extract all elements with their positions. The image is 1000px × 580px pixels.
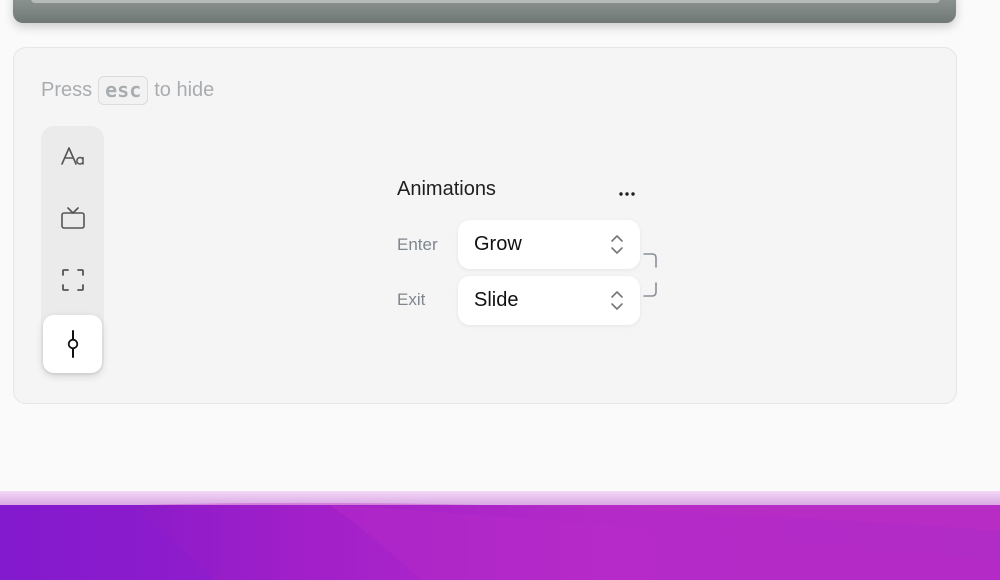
- enter-animation-value: Grow: [474, 233, 522, 255]
- exit-animation-select[interactable]: Slide: [458, 276, 640, 325]
- chevron-up-down-icon: [611, 235, 623, 254]
- exit-animation-value: Slide: [474, 289, 519, 311]
- vertical-toolbar: [41, 126, 104, 375]
- animation-tool[interactable]: [43, 315, 102, 373]
- animations-heading: Animations: [397, 178, 496, 200]
- slide-preview-strip: [13, 0, 956, 23]
- link-bracket-icon: [643, 253, 657, 297]
- text-style-tool[interactable]: [43, 127, 102, 185]
- more-options-button[interactable]: [612, 182, 642, 206]
- hide-hint: Press esc to hide: [41, 75, 214, 105]
- fullscreen-frame-icon: [61, 269, 84, 291]
- display-tool[interactable]: [43, 189, 102, 247]
- exit-label: Exit: [397, 290, 426, 309]
- more-horizontal-icon: [619, 192, 635, 196]
- wallpaper-waves: [0, 502, 1000, 580]
- hint-press-text: Press: [41, 78, 93, 101]
- frame-tool[interactable]: [43, 251, 102, 309]
- keyframe-timeline-icon: [67, 330, 78, 358]
- tv-icon: [60, 207, 85, 229]
- text-format-icon: [60, 147, 84, 165]
- esc-key-badge: esc: [98, 75, 149, 105]
- slide-preview-inner: [31, 0, 940, 3]
- hint-suffix-text: to hide: [154, 78, 215, 101]
- chevron-up-down-icon: [611, 291, 623, 310]
- desktop-wallpaper: [0, 491, 1000, 580]
- link-enter-exit-toggle[interactable]: [642, 252, 658, 303]
- enter-label: Enter: [397, 235, 438, 254]
- enter-animation-select[interactable]: Grow: [458, 220, 640, 269]
